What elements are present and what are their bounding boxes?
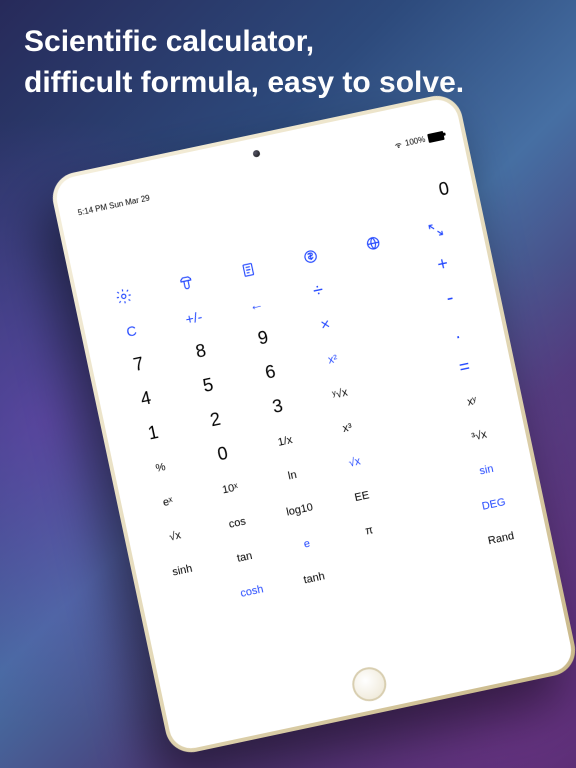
tablet-device: 5:14 PM Sun Mar 29 100% 0 — [48, 91, 576, 757]
home-button[interactable] — [349, 664, 389, 704]
headline-line1: Scientific calculator, — [24, 22, 464, 63]
app-screen: 5:14 PM Sun Mar 29 100% 0 — [73, 128, 552, 704]
front-camera — [252, 149, 260, 157]
wifi-icon — [392, 140, 403, 151]
headline-line2: difficult formula, easy to solve. — [24, 63, 464, 104]
